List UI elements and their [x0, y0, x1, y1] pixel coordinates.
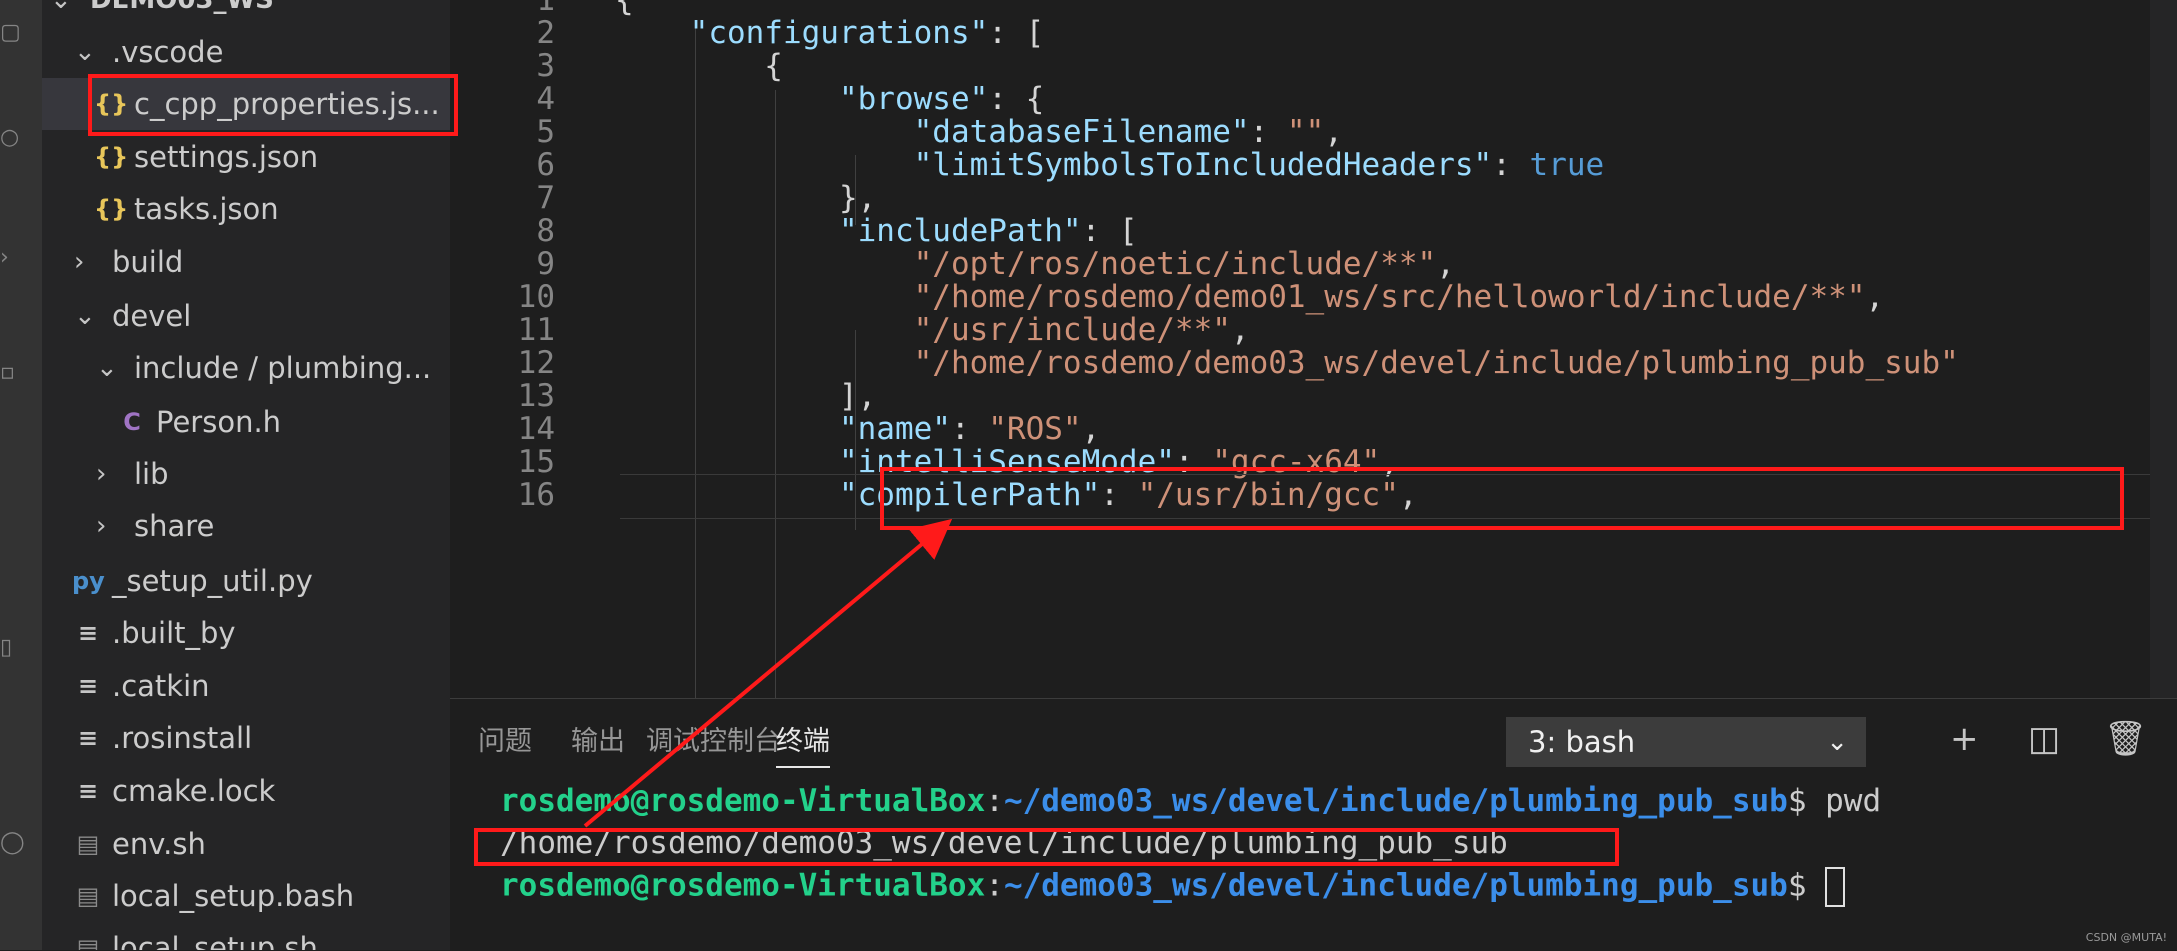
watermark: CSDN @MUTA!: [2085, 931, 2167, 944]
annotation-arrow: [583, 518, 953, 828]
